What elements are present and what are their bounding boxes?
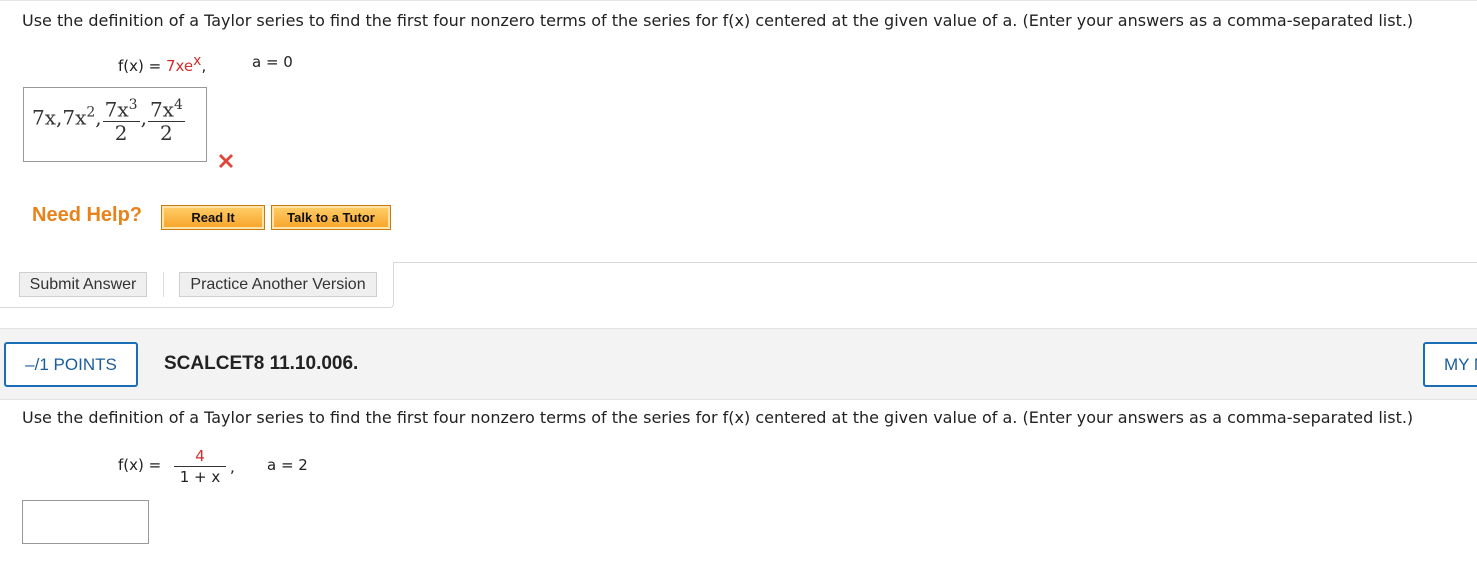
fraction-numerator: 4 [174, 446, 226, 467]
question-1-center: a = 0 [252, 53, 293, 71]
fraction-2-num-exp: 4 [173, 97, 183, 113]
question-2-center: a = 2 [267, 456, 308, 474]
points-button[interactable]: –/1 POINTS [4, 342, 138, 387]
question-2-header: –/1 POINTS SCALCET8 11.10.006. MY NOTES [0, 328, 1477, 400]
function-label: f(x) = [118, 57, 166, 75]
answer-term-1: 7x,7x [32, 105, 87, 130]
question-1-prompt: Use the definition of a Taylor series to… [22, 11, 1414, 30]
question-1: Use the definition of a Taylor series to… [0, 0, 1477, 328]
read-it-button[interactable]: Read It [161, 205, 265, 230]
x-mark-icon [219, 154, 233, 168]
practice-another-version-button[interactable]: Practice Another Version [179, 272, 377, 297]
divider [394, 262, 1477, 263]
answer-sep-2: , [140, 105, 147, 130]
question-2-fraction: 4 1 + x [174, 446, 226, 487]
my-notes-button[interactable]: MY NOTES [1423, 342, 1477, 387]
fraction-1-num: 7x [104, 97, 129, 122]
question-2-function-label: f(x) = [118, 456, 162, 474]
function-value: 7xe [165, 57, 194, 75]
answer-fraction-2: 7x4 2 [147, 94, 185, 145]
fraction-denominator: 1 + x [179, 468, 221, 486]
function-comma: , [230, 458, 235, 476]
question-1-answer-field[interactable]: 7x,7x2, 7x3 2, 7x4 2 [23, 87, 207, 162]
fraction-2-num: 7x [149, 97, 174, 122]
fraction-1-den: 2 [114, 120, 128, 145]
question-1-function: f(x) = 7xex, [118, 53, 206, 75]
talk-to-tutor-button[interactable]: Talk to a Tutor [271, 205, 391, 230]
question-2-answer-field[interactable] [22, 500, 149, 544]
submit-answer-button[interactable]: Submit Answer [19, 272, 147, 297]
answer-sep-1: , [95, 105, 102, 130]
question-2-prompt: Use the definition of a Taylor series to… [22, 408, 1414, 427]
fraction-2-den: 2 [160, 120, 173, 145]
fraction-1-num-exp: 3 [128, 97, 138, 113]
function-suffix: , [201, 57, 207, 75]
assignment-page: Use the definition of a Taylor series to… [0, 0, 1477, 574]
button-divider [163, 272, 164, 297]
answer-term-1-exp: 2 [86, 104, 96, 121]
answer-fraction-1: 7x3 2 [102, 94, 140, 145]
question-2: Use the definition of a Taylor series to… [0, 400, 1477, 574]
question-id: SCALCET8 11.10.006. [164, 353, 359, 374]
need-help-label: Need Help? [32, 204, 143, 226]
answer-expression: 7x,7x2, 7x3 2, 7x4 2 [32, 94, 186, 144]
